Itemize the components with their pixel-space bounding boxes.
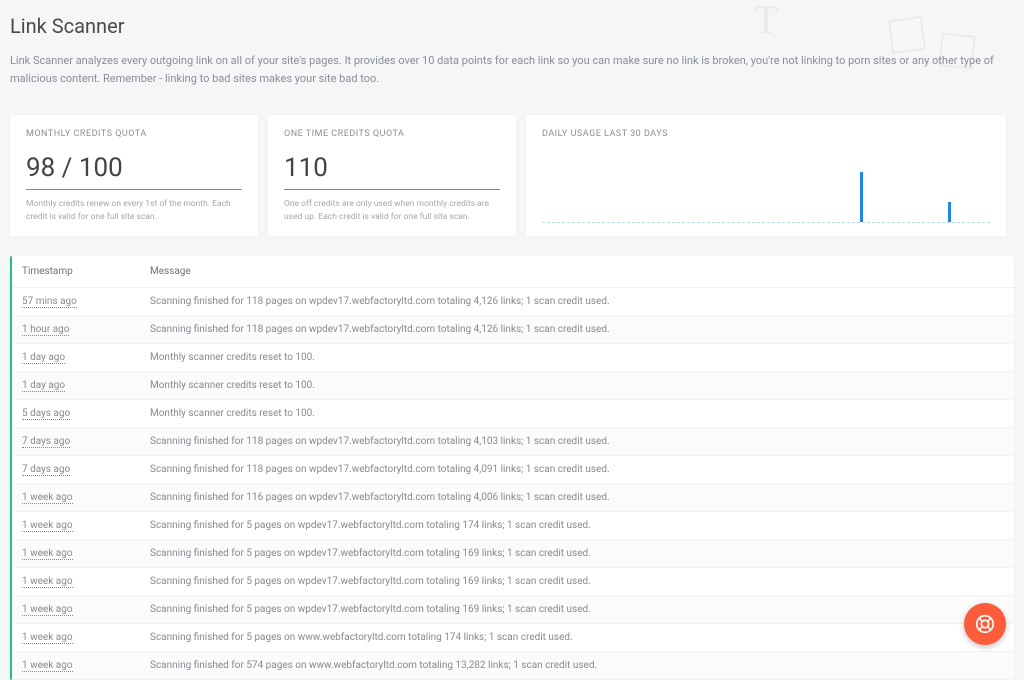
monthly-credits-value: 98 / 100 bbox=[26, 153, 242, 183]
page-description: Link Scanner analyzes every outgoing lin… bbox=[10, 52, 1000, 87]
daily-usage-card: DAILY USAGE LAST 30 DAYS bbox=[526, 115, 1006, 236]
row-timestamp: 1 week ago bbox=[12, 623, 142, 651]
table-row: 57 mins agoScanning finished for 118 pag… bbox=[12, 287, 1014, 315]
col-message: Message bbox=[142, 256, 1014, 288]
onetime-credits-value: 110 bbox=[284, 153, 500, 183]
monthly-credits-card: MONTHLY CREDITS QUOTA 98 / 100 Monthly c… bbox=[10, 115, 258, 236]
table-row: 1 week agoScanning finished for 5 pages … bbox=[12, 623, 1014, 651]
table-row: 5 days agoMonthly scanner credits reset … bbox=[12, 399, 1014, 427]
row-timestamp: 1 week ago bbox=[12, 511, 142, 539]
onetime-credits-label: ONE TIME CREDITS QUOTA bbox=[284, 129, 500, 139]
table-row: 7 days agoScanning finished for 118 page… bbox=[12, 455, 1014, 483]
chart-bar bbox=[948, 202, 951, 222]
row-timestamp: 1 day ago bbox=[12, 371, 142, 399]
row-message: Scanning finished for 118 pages on wpdev… bbox=[142, 287, 1014, 315]
row-message: Scanning finished for 5 pages on wpdev17… bbox=[142, 595, 1014, 623]
row-timestamp: 1 day ago bbox=[12, 343, 142, 371]
row-timestamp: 1 week ago bbox=[12, 483, 142, 511]
row-message: Scanning finished for 118 pages on wpdev… bbox=[142, 315, 1014, 343]
onetime-credits-hint: One off credits are only used when month… bbox=[284, 198, 500, 224]
table-row: 1 week agoScanning finished for 5 pages … bbox=[12, 511, 1014, 539]
col-timestamp: Timestamp bbox=[12, 256, 142, 288]
row-timestamp: 7 days ago bbox=[12, 455, 142, 483]
row-timestamp: 1 hour ago bbox=[12, 315, 142, 343]
row-message: Monthly scanner credits reset to 100. bbox=[142, 399, 1014, 427]
row-message: Scanning finished for 5 pages on wpdev17… bbox=[142, 567, 1014, 595]
activity-log-table: Timestamp Message 57 mins agoScanning fi… bbox=[10, 256, 1014, 680]
row-timestamp: 1 week ago bbox=[12, 539, 142, 567]
row-timestamp: 1 week ago bbox=[12, 595, 142, 623]
monthly-credits-hint: Monthly credits renew on every 1st of th… bbox=[26, 198, 242, 224]
row-message: Scanning finished for 118 pages on wpdev… bbox=[142, 427, 1014, 455]
help-button[interactable] bbox=[964, 603, 1006, 645]
row-message: Scanning finished for 5 pages on wpdev17… bbox=[142, 511, 1014, 539]
row-message: Scanning finished for 5 pages on wpdev17… bbox=[142, 539, 1014, 567]
table-row: 1 day agoMonthly scanner credits reset t… bbox=[12, 371, 1014, 399]
table-row: 1 week agoScanning finished for 116 page… bbox=[12, 483, 1014, 511]
row-message: Scanning finished for 574 pages on www.w… bbox=[142, 651, 1014, 679]
chart-bar bbox=[860, 172, 863, 222]
row-message: Scanning finished for 5 pages on www.web… bbox=[142, 623, 1014, 651]
monthly-credits-label: MONTHLY CREDITS QUOTA bbox=[26, 129, 242, 139]
lifebuoy-icon bbox=[974, 613, 996, 635]
row-message: Scanning finished for 116 pages on wpdev… bbox=[142, 483, 1014, 511]
row-message: Monthly scanner credits reset to 100. bbox=[142, 371, 1014, 399]
table-row: 1 week agoScanning finished for 5 pages … bbox=[12, 567, 1014, 595]
table-row: 1 week agoScanning finished for 574 page… bbox=[12, 651, 1014, 679]
row-timestamp: 1 week ago bbox=[12, 651, 142, 679]
row-timestamp: 5 days ago bbox=[12, 399, 142, 427]
table-row: 1 hour agoScanning finished for 118 page… bbox=[12, 315, 1014, 343]
page-title: Link Scanner bbox=[10, 14, 1014, 38]
row-timestamp: 7 days ago bbox=[12, 427, 142, 455]
row-timestamp: 1 week ago bbox=[12, 567, 142, 595]
row-message: Monthly scanner credits reset to 100. bbox=[142, 343, 1014, 371]
stats-cards-row: MONTHLY CREDITS QUOTA 98 / 100 Monthly c… bbox=[10, 115, 1014, 236]
table-row: 1 day agoMonthly scanner credits reset t… bbox=[12, 343, 1014, 371]
row-message: Scanning finished for 118 pages on wpdev… bbox=[142, 455, 1014, 483]
table-row: 1 week agoScanning finished for 5 pages … bbox=[12, 595, 1014, 623]
daily-usage-chart bbox=[542, 153, 990, 223]
row-timestamp: 57 mins ago bbox=[12, 287, 142, 315]
daily-usage-label: DAILY USAGE LAST 30 DAYS bbox=[542, 129, 990, 139]
onetime-credits-card: ONE TIME CREDITS QUOTA 110 One off credi… bbox=[268, 115, 516, 236]
table-row: 7 days agoScanning finished for 118 page… bbox=[12, 427, 1014, 455]
table-row: 1 week agoScanning finished for 5 pages … bbox=[12, 539, 1014, 567]
